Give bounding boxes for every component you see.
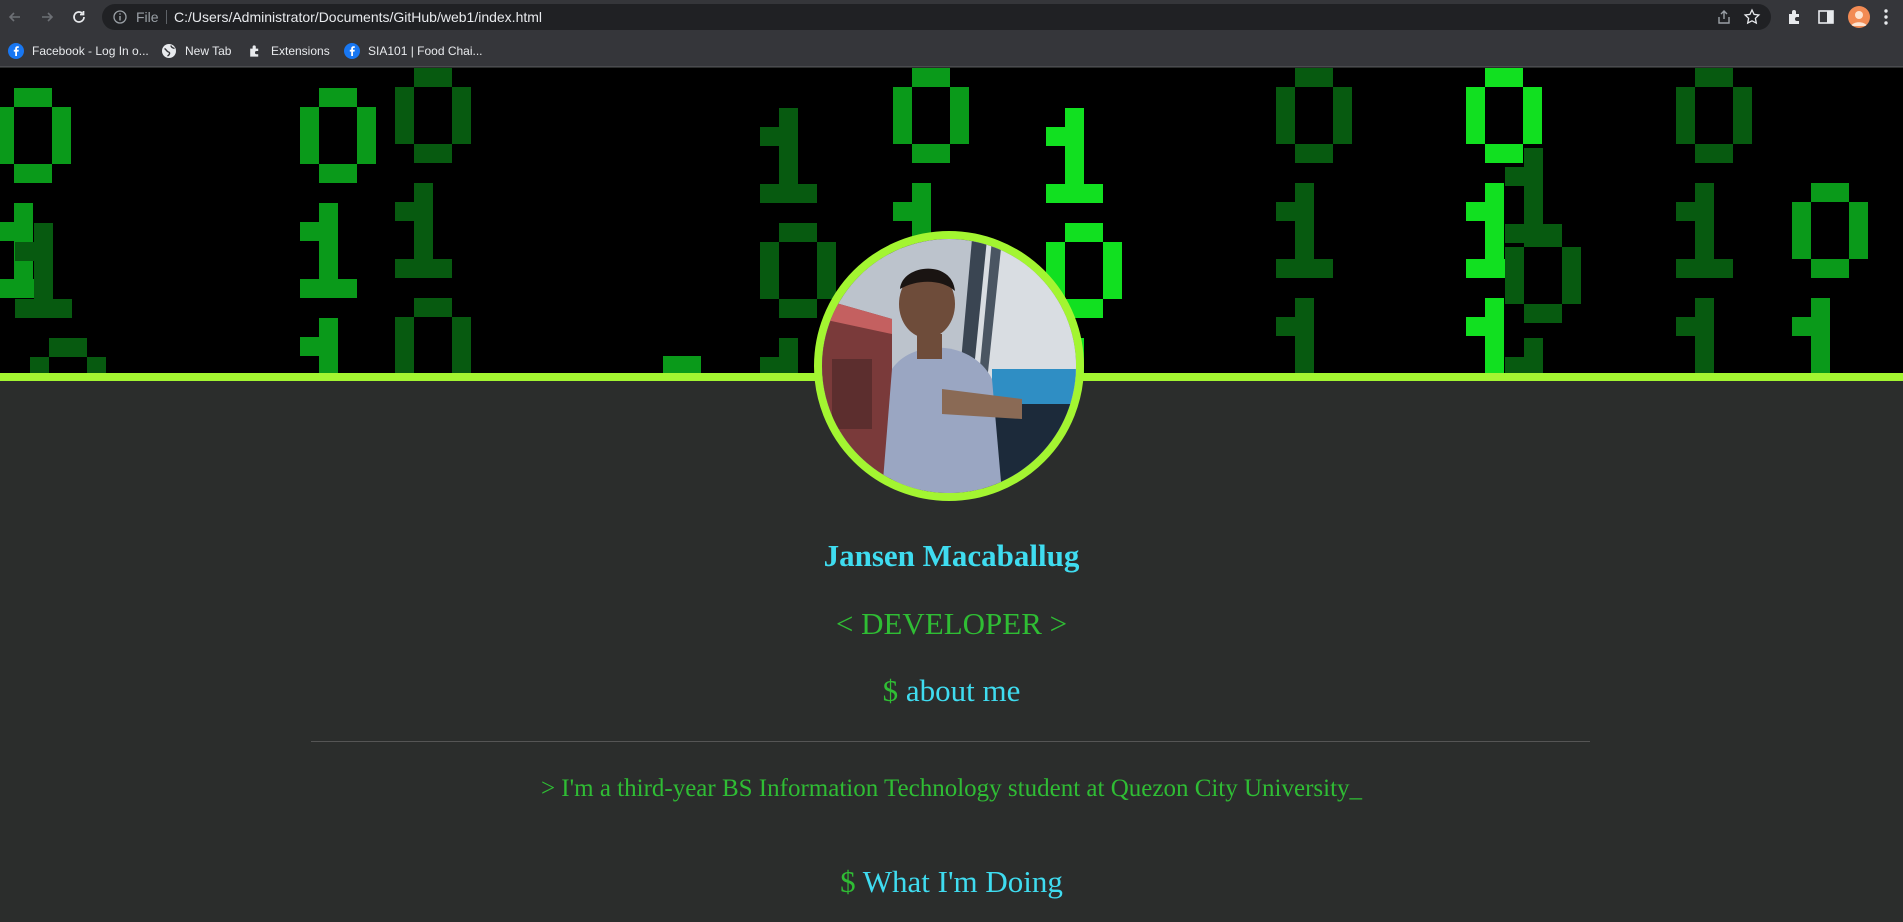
url-text[interactable]: C:/Users/Administrator/Documents/GitHub/…	[174, 9, 542, 25]
back-button[interactable]	[3, 5, 27, 29]
address-bar[interactable]: File C:/Users/Administrator/Documents/Gi…	[102, 4, 1771, 30]
bookmark-label: Extensions	[271, 44, 330, 58]
forward-button[interactable]	[35, 5, 59, 29]
reload-icon	[73, 11, 85, 23]
scheme-label: File	[136, 9, 159, 25]
section-divider	[311, 741, 1590, 742]
share-icon[interactable]	[1715, 8, 1733, 26]
prompt-symbol: $	[882, 673, 899, 708]
profile-name: Jansen Macaballug	[823, 538, 1080, 573]
bookmark-sia101[interactable]: SIA101 | Food Chai...	[344, 41, 483, 61]
bookmark-facebook[interactable]: Facebook - Log In o...	[8, 41, 149, 61]
bookmark-label: New Tab	[185, 44, 232, 58]
about-me-title: about me	[905, 673, 1021, 708]
profile-photo-image	[822, 239, 1076, 493]
bookmark-star-icon[interactable]	[1743, 8, 1761, 26]
profile-role: < DEVELOPER >	[835, 606, 1068, 641]
arrow-left-icon	[8, 12, 20, 22]
what-im-doing-heading: $ What I'm Doing	[0, 864, 1903, 900]
globe-icon	[162, 44, 176, 58]
browser-toolbar: File C:/Users/Administrator/Documents/Gi…	[0, 0, 1903, 34]
reload-button[interactable]	[67, 5, 91, 29]
bookmark-label: Facebook - Log In o...	[32, 44, 149, 58]
puzzle-icon	[250, 45, 259, 57]
profile-photo	[814, 231, 1084, 501]
info-icon[interactable]	[112, 9, 128, 25]
kebab-menu-icon[interactable]	[1876, 7, 1896, 27]
profile-avatar[interactable]	[1848, 6, 1870, 28]
bookmark-label: SIA101 | Food Chai...	[368, 44, 483, 58]
page-viewport: Jansen Macaballug < DEVELOPER > $ about …	[0, 68, 1903, 922]
facebook-icon	[344, 43, 360, 59]
arrow-right-icon	[42, 12, 54, 22]
what-im-doing-title: What I'm Doing	[862, 864, 1063, 899]
bookmarks-bar: Facebook - Log In o... New Tab Extension…	[0, 34, 1903, 67]
about-me-text: > I'm a third-year BS Information Techno…	[540, 775, 1363, 802]
avatar-icon	[1851, 11, 1867, 26]
facebook-icon	[8, 43, 24, 59]
bookmark-new-tab[interactable]: New Tab	[161, 41, 231, 61]
about-me-heading: $ about me	[0, 673, 1903, 709]
omnibox-divider	[166, 10, 167, 24]
bookmark-extensions[interactable]: Extensions	[247, 41, 330, 61]
prompt-symbol: $	[840, 864, 856, 899]
extensions-puzzle-icon[interactable]	[1785, 7, 1805, 27]
side-panel-icon[interactable]	[1816, 7, 1836, 27]
